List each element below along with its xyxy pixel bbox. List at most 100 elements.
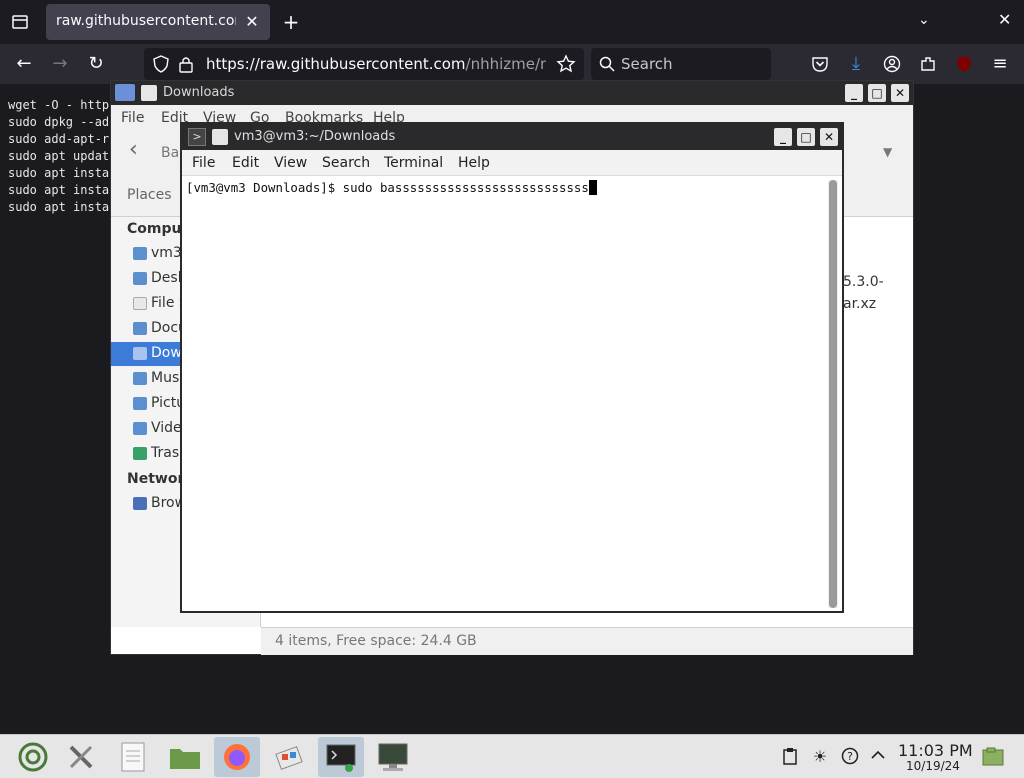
minimize-button[interactable]: _ <box>774 128 792 146</box>
url-path: /nhhizme/nhh <box>465 55 546 73</box>
account-icon[interactable] <box>880 52 904 76</box>
menu-terminal[interactable]: Terminal <box>384 155 443 171</box>
menu-view[interactable]: View <box>274 155 307 171</box>
firefox-icon[interactable] <box>214 737 260 777</box>
ublock-icon[interactable] <box>952 52 976 76</box>
monitor-icon[interactable] <box>370 737 416 777</box>
lock-icon[interactable] <box>178 55 194 73</box>
status-text: 4 items, Free space: 24.4 GB <box>275 633 477 649</box>
scrollbar-thumb[interactable] <box>829 180 837 608</box>
bg-terminal-line: sudo dpkg --ad <box>8 115 110 129</box>
menu-file[interactable]: File <box>192 155 215 171</box>
tab-title: raw.githubusercontent.com/ <box>56 13 236 29</box>
clock-time[interactable]: 11:03 PM <box>898 741 973 760</box>
files-folder-icon[interactable] <box>162 737 208 777</box>
hamburger-menu-icon[interactable]: ≡ <box>988 52 1012 76</box>
text-editor-icon[interactable] <box>110 737 156 777</box>
fm-statusbar: 4 items, Free space: 24.4 GB <box>261 627 913 655</box>
minimize-button[interactable]: _ <box>845 84 863 102</box>
terminal-menubar: File Edit View Search Terminal Help <box>182 150 842 176</box>
downloads-icon[interactable]: ⤓ <box>844 52 868 76</box>
help-icon[interactable]: ? <box>840 747 860 767</box>
close-button[interactable]: ✕ <box>820 128 838 146</box>
desktop-folder-icon <box>133 272 147 285</box>
terminal-titlebar[interactable]: > vm3@vm3:~/Downloads _ □ ✕ <box>182 124 842 150</box>
maximize-button[interactable]: □ <box>797 128 815 146</box>
terminal-line: [vm3@vm3 Downloads]$ sudo bassssssssssss… <box>186 180 597 195</box>
menu-search[interactable]: Search <box>322 155 370 171</box>
filesystem-icon <box>133 297 147 310</box>
bg-terminal-line: sudo apt insta <box>8 183 110 197</box>
url-text[interactable]: https://raw.githubusercontent.com/nhhizm… <box>206 55 546 73</box>
svg-text:?: ? <box>847 750 853 763</box>
menu-help[interactable]: Help <box>458 155 490 171</box>
clock-date[interactable]: 10/19/24 <box>906 759 960 773</box>
pocket-icon[interactable] <box>808 52 832 76</box>
forward-icon[interactable]: → <box>48 52 72 76</box>
reload-icon[interactable]: ↻ <box>84 52 108 76</box>
home-folder-icon <box>133 247 147 260</box>
maximize-button[interactable]: □ <box>868 84 886 102</box>
search-bar[interactable]: Search <box>591 48 771 80</box>
browser-tab-strip: raw.githubusercontent.com/ ✕ + ⌄ ✕ <box>0 0 1024 44</box>
list-all-tabs-icon[interactable]: ⌄ <box>918 12 930 28</box>
bookmark-star-icon[interactable] <box>556 54 576 74</box>
browser-tab-active[interactable]: raw.githubusercontent.com/ ✕ <box>46 4 270 40</box>
sidebar-item-label: Mus <box>151 370 180 386</box>
bg-terminal-line: sudo apt insta <box>8 200 110 214</box>
back-arrow-icon[interactable]: ‹ <box>129 137 138 162</box>
extensions-icon[interactable] <box>916 52 940 76</box>
computer-heading: Comput <box>127 221 189 237</box>
tab-list-icon[interactable] <box>10 12 30 32</box>
scrollbar[interactable] <box>828 180 838 608</box>
menu-edit[interactable]: Edit <box>232 155 259 171</box>
sidebar-item-label: Tras <box>151 445 180 461</box>
network-icon <box>133 497 147 510</box>
browser-navbar: ← → ↻ https://raw.githubusercontent.com/… <box>0 44 1024 84</box>
app-menu-icon[interactable] <box>10 737 56 777</box>
search-placeholder: Search <box>621 55 673 73</box>
command-text: [vm3@vm3 Downloads]$ sudo bassssssssssss… <box>186 180 589 195</box>
shield-icon[interactable] <box>152 55 170 73</box>
downloads-folder-icon <box>133 347 147 360</box>
close-button[interactable]: ✕ <box>891 84 909 102</box>
brightness-icon[interactable]: ☀ <box>810 747 830 767</box>
tray-expand-icon[interactable] <box>868 747 888 767</box>
settings-tools-icon[interactable] <box>58 737 104 777</box>
window-menu-icon[interactable] <box>212 129 228 145</box>
paint-icon[interactable] <box>266 737 312 777</box>
window-menu-icon[interactable] <box>141 85 157 101</box>
search-icon <box>599 56 615 76</box>
bg-terminal-line: sudo apt insta <box>8 166 110 180</box>
places-label[interactable]: Places <box>127 187 172 203</box>
folder-icon <box>115 84 135 101</box>
back-icon[interactable]: ← <box>12 52 36 76</box>
terminal-body[interactable]: [vm3@vm3 Downloads]$ sudo bassssssssssss… <box>182 176 842 611</box>
terminal-app-icon: > <box>188 128 206 146</box>
menu-file[interactable]: File <box>121 110 144 126</box>
back-label[interactable]: Ba <box>161 145 179 161</box>
text-cursor <box>588 180 597 195</box>
new-tab-button[interactable]: + <box>280 10 302 34</box>
window-close-icon[interactable]: ✕ <box>998 10 1011 29</box>
file-label-line: ar.xz <box>843 296 877 312</box>
tab-close-icon[interactable]: ✕ <box>242 12 262 32</box>
fm-title: Downloads <box>163 85 235 100</box>
sidebar-item-label: Dow <box>151 345 182 361</box>
fm-titlebar[interactable]: Downloads _ □ ✕ <box>111 81 913 105</box>
taskbar: ☀ ? 11:03 PM 10/19/24 <box>0 734 1024 778</box>
terminal-title: vm3@vm3:~/Downloads <box>234 129 396 144</box>
dropdown-arrow-icon[interactable]: ▼ <box>883 145 892 159</box>
show-desktop-icon[interactable] <box>982 747 1004 767</box>
trash-icon <box>133 447 147 460</box>
sidebar-item-label: vm3 <box>151 245 182 261</box>
terminal-taskbar-icon[interactable] <box>318 737 364 777</box>
music-folder-icon <box>133 372 147 385</box>
file-item-label[interactable]: 5.3.0- ar.xz <box>843 271 884 315</box>
bg-terminal-line: sudo add-apt-r <box>8 132 110 146</box>
terminal-window: > vm3@vm3:~/Downloads _ □ ✕ File Edit Vi… <box>180 122 844 613</box>
pictures-folder-icon <box>133 397 147 410</box>
videos-folder-icon <box>133 422 147 435</box>
clipboard-icon[interactable] <box>780 747 800 767</box>
url-bar[interactable]: https://raw.githubusercontent.com/nhhizm… <box>144 48 584 80</box>
